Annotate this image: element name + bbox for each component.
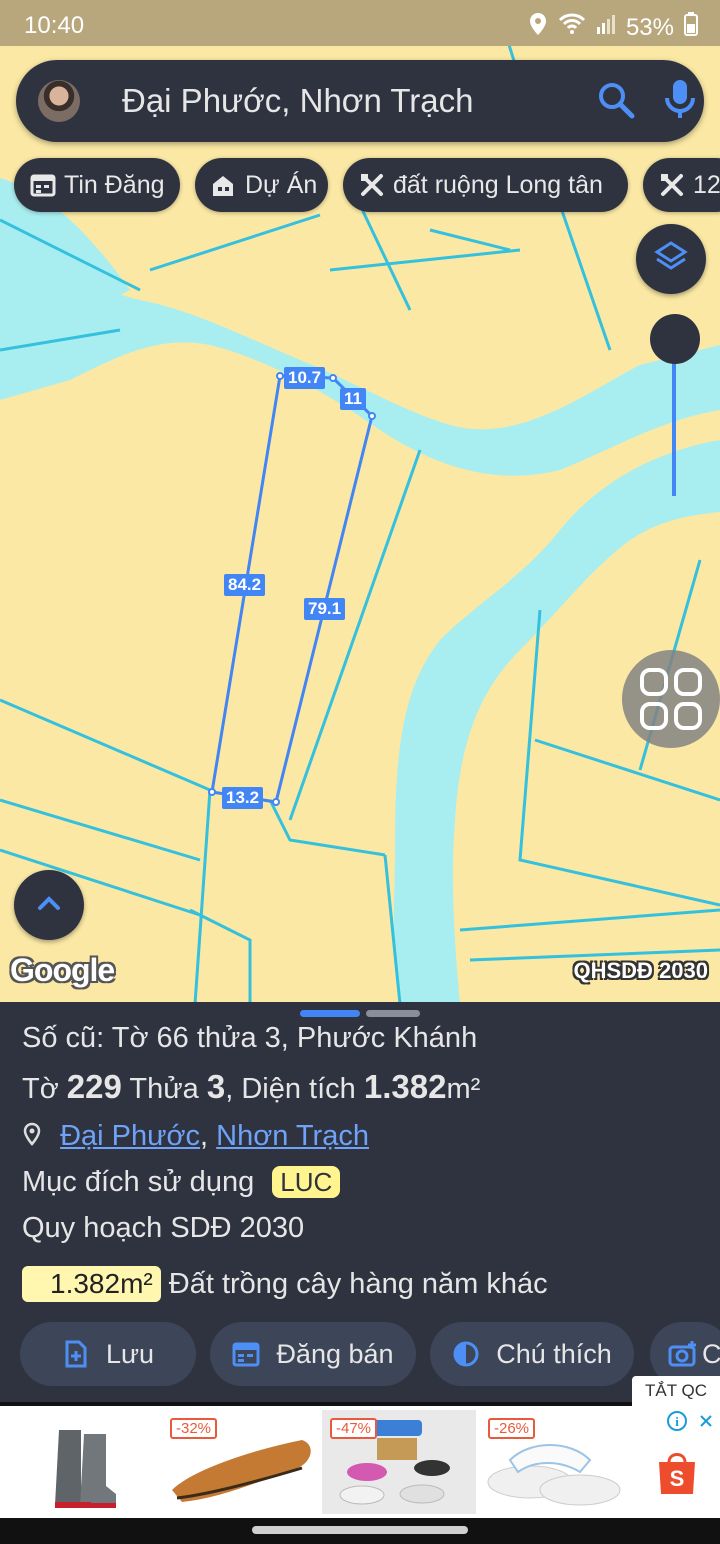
river-upper bbox=[0, 200, 720, 476]
grid-icon bbox=[622, 668, 720, 752]
ad-close-x-icon[interactable] bbox=[696, 1410, 716, 1437]
parcel-summary: Tờ 229 Thửa 3, Diện tích 1.382m² bbox=[22, 1068, 481, 1105]
ad-banner[interactable]: -32% -47% -26% i S bbox=[0, 1406, 720, 1518]
planning-row: 1.382m² Đất trồng cây hàng năm khác bbox=[22, 1266, 548, 1302]
parcel-info-sheet[interactable]: Số cũ: Tờ 66 thửa 3, Phước Khánh Tờ 229 … bbox=[0, 1002, 720, 1402]
google-logo: Google bbox=[10, 952, 115, 988]
chip-du-an[interactable]: Dự Án bbox=[195, 158, 328, 212]
planning-type: Đất trồng cây hàng năm khác bbox=[168, 1268, 548, 1300]
add-doc-icon bbox=[62, 1340, 90, 1368]
chevron-up-icon bbox=[37, 895, 61, 916]
action-label: C bbox=[702, 1338, 720, 1369]
sheet-handle[interactable] bbox=[366, 1010, 420, 1017]
edge-label-right: 79.1 bbox=[304, 598, 346, 620]
grid-menu-button[interactable] bbox=[622, 650, 720, 748]
mic-icon[interactable] bbox=[660, 78, 700, 122]
home-gesture-bar[interactable] bbox=[252, 1526, 468, 1534]
ad-info-icon[interactable]: i bbox=[666, 1410, 688, 1437]
layer-label: QHSDĐ 2030 bbox=[573, 958, 708, 983]
tools-icon bbox=[659, 172, 685, 198]
ad-item-loafers[interactable]: -32% bbox=[162, 1410, 318, 1514]
parcel-location: Đại Phước, Nhơn Trạch bbox=[22, 1120, 369, 1154]
battery-percent: 53% bbox=[625, 13, 674, 41]
shopee-icon: S bbox=[655, 1450, 699, 1501]
calendar-icon bbox=[30, 172, 56, 198]
save-button[interactable]: Lưu bbox=[20, 1322, 196, 1386]
parcel-number: 3 bbox=[206, 1068, 226, 1105]
opacity-slider-knob[interactable] bbox=[650, 314, 700, 364]
sheet-handle-active[interactable] bbox=[300, 1010, 360, 1017]
ad-item-boots[interactable] bbox=[4, 1410, 158, 1514]
search-icon[interactable] bbox=[596, 80, 636, 120]
chip-label: Dự Án bbox=[245, 170, 318, 199]
avatar[interactable] bbox=[38, 80, 80, 122]
signal-icon bbox=[596, 13, 616, 42]
action-label: Chú thích bbox=[496, 1338, 612, 1369]
sheet-number: 229 bbox=[66, 1068, 122, 1105]
search-bar[interactable]: Đại Phước, Nhơn Trạch bbox=[16, 60, 704, 142]
ad-item-sandals[interactable]: -47% bbox=[322, 1410, 476, 1514]
legend-button[interactable]: Chú thích bbox=[430, 1322, 634, 1386]
chip-label: đất ruộng Long tân bbox=[393, 170, 603, 199]
status-time: 10:40 bbox=[24, 12, 85, 39]
edge-label-left: 84.2 bbox=[224, 574, 266, 596]
contrast-icon bbox=[452, 1340, 480, 1368]
discount-badge: -47% bbox=[330, 1418, 378, 1439]
chip-label: Tin Đăng bbox=[64, 170, 165, 199]
district-link[interactable]: Nhơn Trạch bbox=[216, 1120, 369, 1152]
building-icon bbox=[211, 172, 237, 198]
land-use-code-badge: LUC bbox=[272, 1166, 341, 1198]
chip-12[interactable]: 12 bbox=[643, 158, 720, 212]
svg-text:S: S bbox=[670, 1466, 685, 1491]
action-label: Lưu bbox=[105, 1338, 155, 1369]
close-ad-button[interactable]: TẮT QC bbox=[632, 1376, 720, 1406]
camera-plus-icon bbox=[668, 1340, 696, 1368]
battery-icon bbox=[684, 12, 698, 43]
edge-label-bottom: 13.2 bbox=[222, 787, 264, 809]
land-use-purpose: Mục đích sử dụng LUC bbox=[22, 1166, 341, 1199]
status-bar: 10:40 53% bbox=[0, 0, 720, 46]
edge-label-top-right: 11 bbox=[340, 388, 366, 410]
layers-button[interactable] bbox=[636, 224, 706, 294]
parcel-area: 1.382 bbox=[363, 1068, 447, 1105]
boots-image bbox=[55, 1430, 116, 1508]
ad-item-slides[interactable]: -26% bbox=[480, 1410, 634, 1514]
search-query[interactable]: Đại Phước, Nhơn Trạch bbox=[122, 82, 474, 120]
discount-badge: -26% bbox=[488, 1418, 536, 1439]
action-label: Đăng bán bbox=[276, 1338, 394, 1369]
planning-area-badge: 1.382m² bbox=[22, 1266, 161, 1302]
location-icon bbox=[528, 12, 548, 43]
discount-badge: -32% bbox=[170, 1418, 218, 1439]
tools-icon bbox=[359, 172, 385, 198]
planning-title: Quy hoạch SDĐ 2030 bbox=[22, 1212, 305, 1244]
location-pin-icon bbox=[22, 1121, 42, 1154]
post-sale-button[interactable]: Đăng bán bbox=[210, 1322, 416, 1386]
chip-label: 12 bbox=[693, 170, 720, 199]
edge-label-top: 10.7 bbox=[284, 367, 326, 389]
expand-sheet-button[interactable] bbox=[14, 870, 84, 940]
system-nav-bar bbox=[0, 1518, 720, 1544]
chip-tin-dang[interactable]: Tin Đăng bbox=[14, 158, 180, 212]
wifi-icon bbox=[558, 13, 586, 42]
layers-icon bbox=[654, 240, 688, 279]
commune-link[interactable]: Đại Phước bbox=[60, 1120, 200, 1152]
old-parcel-info: Số cũ: Tờ 66 thửa 3, Phước Khánh bbox=[22, 1022, 478, 1054]
calendar-icon bbox=[232, 1340, 260, 1368]
chip-dat-ruong-long-tan[interactable]: đất ruộng Long tân bbox=[343, 158, 628, 212]
svg-text:i: i bbox=[675, 1414, 679, 1429]
